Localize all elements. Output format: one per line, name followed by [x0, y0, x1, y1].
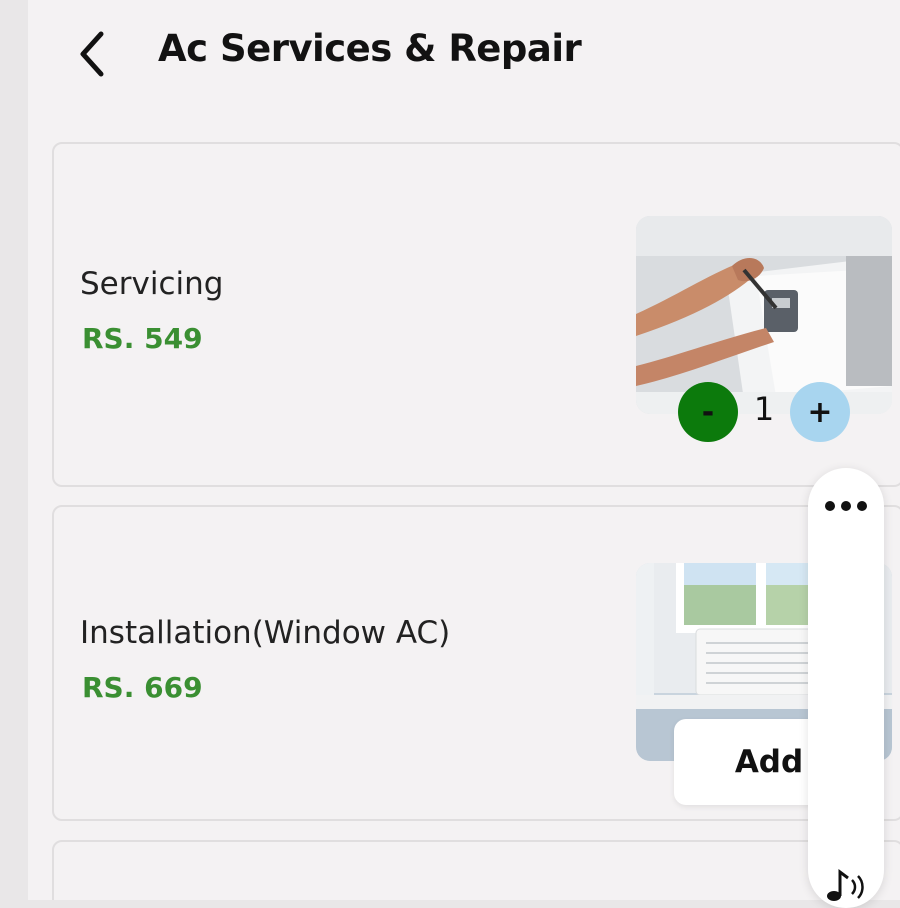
- quantity-increment-button[interactable]: +: [790, 382, 850, 442]
- floating-action-panel: [808, 468, 884, 908]
- service-price: RS. 669: [82, 671, 203, 704]
- quantity-decrement-button[interactable]: -: [678, 382, 738, 442]
- header: Ac Services & Repair: [28, 0, 900, 110]
- service-card-servicing[interactable]: Servicing RS. 549 - 1 +: [52, 142, 900, 487]
- more-horizontal-icon: [825, 501, 867, 511]
- back-button[interactable]: [68, 28, 116, 80]
- service-card-next[interactable]: [52, 840, 900, 900]
- audio-button[interactable]: [818, 866, 874, 906]
- service-name: Servicing: [80, 266, 224, 302]
- page-title: Ac Services & Repair: [158, 27, 582, 70]
- service-name: Installation(Window AC): [80, 615, 451, 651]
- app-screen: Ac Services & Repair Servicing RS. 549 -: [28, 0, 900, 900]
- more-options-button[interactable]: [818, 486, 874, 526]
- service-card-installation[interactable]: Installation(Window AC) RS. 669 Add: [52, 505, 900, 821]
- service-price: RS. 549: [82, 322, 203, 355]
- chevron-left-icon: [80, 31, 104, 77]
- service-image-servicing: [636, 216, 892, 414]
- quantity-value: 1: [753, 390, 775, 428]
- music-sound-icon: [827, 869, 864, 901]
